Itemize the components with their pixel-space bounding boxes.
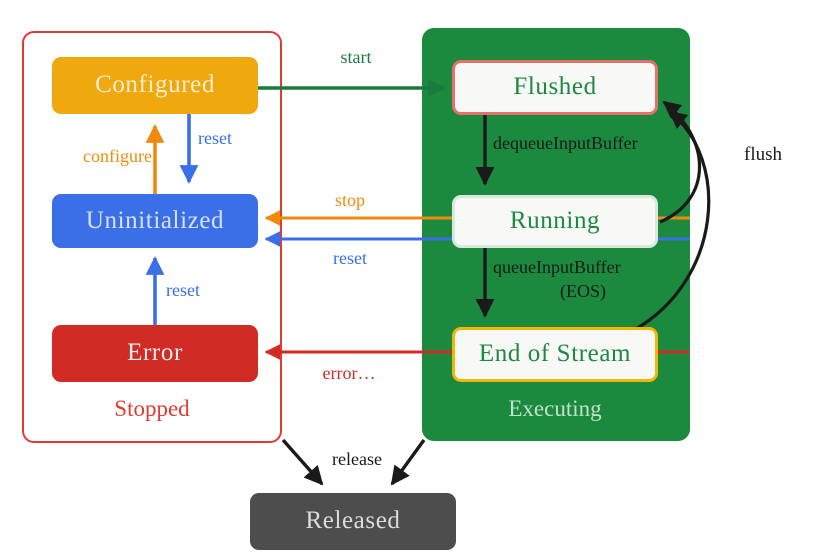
edge-label-start: start (340, 47, 372, 67)
edge-label-flush: flush (744, 144, 782, 165)
group-label-executing: Executing (508, 396, 602, 421)
edge-label-configure: configure (83, 146, 152, 166)
state-node-running[interactable]: Running (452, 195, 658, 248)
edge-label-reset-configured: reset (198, 128, 232, 148)
edge-label-release: release (332, 449, 382, 469)
edge-label-queue-input-buffer: queueInputBuffer (493, 257, 621, 277)
edge-label-queue-input-buffer-eos: (EOS) (560, 281, 606, 301)
edge-label-dequeue-input-buffer: dequeueInputBuffer (493, 133, 638, 153)
state-diagram: Configured Uninitialized Error Flushed R… (0, 0, 816, 556)
edge-label-stop: stop (334, 190, 365, 210)
edge-label-reset-executing: reset (333, 248, 367, 268)
state-node-end-of-stream[interactable]: End of Stream (452, 327, 658, 382)
state-node-flushed[interactable]: Flushed (452, 60, 658, 115)
edge-label-reset-error: reset (166, 280, 200, 300)
state-node-uninitialized[interactable]: Uninitialized (52, 194, 258, 248)
state-node-error[interactable]: Error (52, 325, 258, 382)
state-node-configured[interactable]: Configured (52, 57, 258, 114)
state-node-released[interactable]: Released (250, 493, 456, 550)
edge-label-error: error… (322, 363, 376, 383)
group-label-stopped: Stopped (114, 396, 190, 421)
